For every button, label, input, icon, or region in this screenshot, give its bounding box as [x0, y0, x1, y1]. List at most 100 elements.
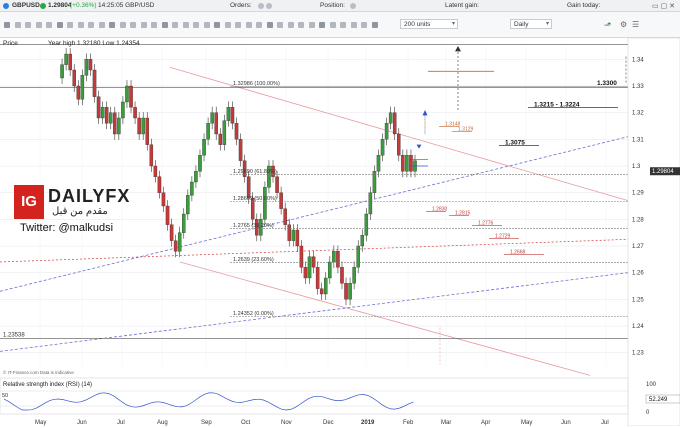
lock-tool-icon[interactable]: [193, 22, 199, 28]
year-high-low: Year high 1.32180 Low 1.24354: [48, 40, 140, 47]
grid-tool-icon[interactable]: [329, 22, 336, 28]
window-controls[interactable]: ▭ ▢ ✕: [652, 2, 675, 10]
trend-icon[interactable]: ⬏: [604, 20, 612, 31]
bear-candle: [157, 176, 162, 193]
chart-type-tool-icon[interactable]: [350, 22, 357, 28]
bull-candle: [405, 155, 409, 172]
hline-tool-icon[interactable]: [77, 22, 84, 28]
bear-candle: [319, 288, 324, 295]
bear-candle: [392, 112, 397, 135]
price-axis-label: 1.32: [632, 111, 644, 117]
price-label: Price: [3, 40, 18, 47]
top-bar: GBPUSD 1.29804 (+0.36%) 14:25:05 GBP/USD…: [0, 0, 680, 12]
position-icon[interactable]: [350, 3, 356, 9]
bear-candle: [230, 107, 235, 124]
alert-tool-icon[interactable]: [287, 22, 294, 28]
bear-candle: [246, 176, 251, 199]
bull-candle: [210, 112, 214, 124]
bear-candle: [153, 165, 158, 177]
menu-icon[interactable]: ☰: [632, 20, 639, 29]
brush-tool-icon[interactable]: [161, 22, 168, 28]
share-tool-icon[interactable]: [266, 22, 273, 28]
redo-tool-icon[interactable]: [235, 22, 241, 28]
month-label: Jun: [77, 420, 87, 426]
marker-triangle-icon: [416, 144, 422, 149]
crosshair-tool-icon[interactable]: [14, 22, 21, 28]
month-label: May: [35, 420, 46, 426]
print-tool-icon[interactable]: [256, 22, 262, 28]
bear-candle: [275, 176, 279, 193]
zoom-out-tool-icon[interactable]: [35, 22, 42, 28]
line-tool-icon[interactable]: [56, 22, 63, 28]
pan-tool-icon[interactable]: [46, 22, 52, 28]
text-tool-icon[interactable]: [140, 22, 147, 28]
month-label: Dec: [323, 420, 334, 426]
orders-icon-2[interactable]: [266, 3, 272, 9]
month-label: Sep: [201, 420, 212, 426]
ellipse-tool-icon[interactable]: [130, 22, 136, 28]
compare-tool-icon[interactable]: [371, 22, 378, 28]
price-change: (+0.36%): [70, 2, 97, 9]
price-axis-label: 1.34: [632, 57, 644, 63]
bull-candle: [80, 75, 85, 100]
bear-candle: [165, 205, 170, 225]
bull-candle: [360, 235, 365, 247]
star-tool-icon[interactable]: [308, 22, 315, 28]
trash-tool-icon[interactable]: [214, 22, 220, 28]
bull-candle: [60, 64, 64, 79]
bear-candle: [113, 112, 117, 135]
ray-tool-icon[interactable]: [67, 22, 73, 28]
month-label: Feb: [403, 420, 414, 426]
bull-candle: [125, 85, 129, 103]
level-1-2830: 1.2830: [432, 206, 448, 212]
channel-tool-icon[interactable]: [98, 22, 105, 28]
chevron-down-icon: ▾: [545, 21, 549, 27]
gain-today-label: Gain today:: [567, 2, 601, 9]
layout-tool-icon[interactable]: [277, 22, 283, 28]
price-axis-label: 1.23: [632, 351, 644, 357]
bear-candle: [303, 267, 308, 279]
bull-candle: [323, 277, 328, 295]
calendar-tool-icon[interactable]: [298, 22, 304, 28]
undo-tool-icon[interactable]: [224, 22, 231, 28]
cursor-tool-icon[interactable]: [4, 22, 10, 28]
bull-candle: [348, 283, 352, 300]
bull-candle: [202, 139, 206, 156]
bull-candle: [332, 251, 336, 263]
timeframe-select[interactable]: Daily ▾: [510, 19, 552, 29]
eye-tool-icon[interactable]: [203, 22, 210, 28]
flag-icon: [3, 3, 9, 9]
bear-candle: [401, 155, 405, 172]
indicator-tool-icon[interactable]: [361, 22, 367, 28]
camera-tool-icon[interactable]: [245, 22, 252, 28]
bear-candle: [397, 133, 401, 156]
fib-level-label: 1.24352 (0.00%): [233, 311, 274, 317]
template-tool-icon[interactable]: [340, 22, 346, 28]
bear-candle: [145, 117, 149, 145]
bear-candle: [315, 267, 320, 289]
fib-tool-icon[interactable]: [109, 22, 115, 28]
price-axis-label: 1.28: [632, 217, 644, 223]
units-select[interactable]: 200 units ▾: [400, 19, 458, 29]
bull-candle: [222, 120, 227, 145]
orders-icon[interactable]: [258, 3, 264, 9]
zoom-in-tool-icon[interactable]: [25, 22, 31, 28]
measure-tool-icon[interactable]: [172, 22, 178, 28]
level-1-3129: 1.3129: [458, 127, 474, 133]
magnet-tool-icon[interactable]: [182, 22, 189, 28]
bull-candle: [198, 155, 202, 172]
arrow-tool-icon[interactable]: [151, 22, 157, 28]
bull-candle: [356, 245, 360, 268]
settings-icon[interactable]: ⚙: [620, 20, 627, 29]
lower-channel-line: [179, 261, 591, 376]
month-label: Nov: [281, 420, 292, 426]
list-tool-icon[interactable]: [319, 22, 325, 28]
bull-candle: [364, 213, 369, 236]
price-axis-panel: [627, 37, 680, 427]
level-1-3215: 1.3215 - 1.3224: [534, 102, 580, 109]
vline-tool-icon[interactable]: [88, 22, 94, 28]
ig-logo: IG: [14, 185, 44, 219]
rect-tool-icon[interactable]: [119, 22, 126, 28]
bull-candle: [186, 195, 190, 215]
bull-candle: [206, 123, 210, 140]
